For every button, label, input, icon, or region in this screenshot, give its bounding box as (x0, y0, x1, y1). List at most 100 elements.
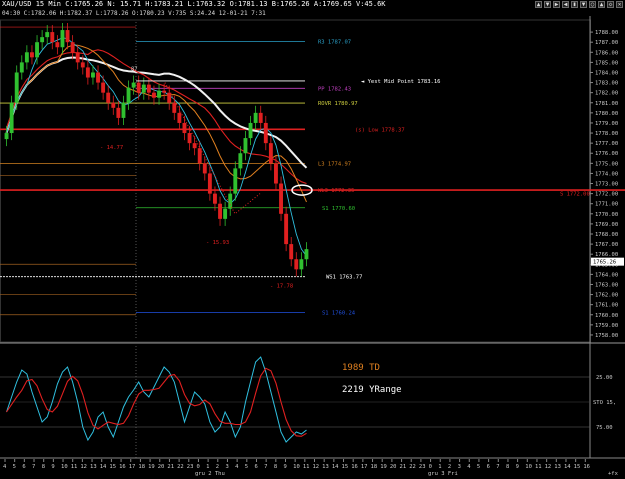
time-tick-label: 17 (129, 464, 136, 470)
price-tick-label: 1780.00 (595, 111, 618, 117)
time-tick-label: 12 (80, 464, 87, 470)
time-tick-label: 8 (42, 464, 45, 470)
time-tick-label: 21 (400, 464, 407, 470)
osc-tick-25: 25.00 (596, 375, 613, 381)
time-tick-label: 8 (274, 464, 277, 470)
candle-body (45, 32, 50, 38)
candle-body (263, 122, 268, 144)
price-tick-label: 1758.00 (595, 333, 618, 339)
moving-averages (5, 37, 308, 257)
time-tick-label: 15 (342, 464, 349, 470)
time-tick-label: 13 (90, 464, 97, 470)
candle-body (284, 213, 289, 245)
time-tick-label: 15 (574, 464, 581, 470)
time-tick-label: 5 (13, 464, 16, 470)
time-tick-label: 13 (322, 464, 329, 470)
time-tick-label: 16 (119, 464, 126, 470)
time-tick-label: 20 (158, 464, 165, 470)
price-tick-label: 1784.00 (595, 70, 618, 76)
time-tick-label: 0 (196, 464, 199, 470)
time-tick-label: 10 (61, 464, 68, 470)
time-tick-label: 2 (216, 464, 219, 470)
candle-body (289, 244, 294, 260)
candle-body (65, 30, 70, 43)
candle-body (55, 42, 60, 48)
yest-mid-label: ◄ Yest Mid Point 1783.16 (361, 79, 440, 85)
time-tick-label: 5 (245, 464, 248, 470)
time-tick-label: 14 (564, 464, 571, 470)
candle-body (294, 259, 299, 270)
time-tick-label: 12 (545, 464, 552, 470)
price-tick-label: 1761.00 (595, 303, 618, 309)
time-tick-label: 4 (467, 464, 471, 470)
candle-body (50, 32, 55, 43)
candle-body (91, 72, 95, 78)
candle-body (19, 62, 24, 73)
price-tick-label: 1781.00 (595, 101, 618, 107)
osc-tick-label: STO 15, (593, 400, 616, 406)
candle-body (304, 249, 309, 260)
yrange-text: 2219 YRange (342, 385, 402, 395)
time-tick-label: 23 (419, 464, 426, 470)
candle-body (299, 259, 304, 270)
pivot-levels: R3 1787.07 PP 1782.43 ROVR 1780.97 (s) Low … (0, 26, 625, 316)
candle-body (268, 143, 273, 164)
stoch-fast-line (6, 356, 307, 443)
price-tick-label: 1787.00 (595, 40, 618, 46)
candle-body (157, 90, 161, 98)
candle-body (233, 168, 238, 194)
candle-body (172, 102, 177, 113)
price-tick-label: 1769.00 (595, 222, 618, 228)
time-tick-label: 3 (225, 464, 228, 470)
candle-body (40, 37, 45, 43)
time-tick-label: 3 (458, 464, 461, 470)
time-tick-label: 22 (177, 464, 184, 470)
time-tick-label: 21 (167, 464, 174, 470)
time-axis: 4 5 6 7 8 9 10 11 12 13 14 15 16 17 18 19 20 21 22 23 0 1 2 3 4 5… (0, 457, 625, 477)
pivot-label: S1 1760.24 (322, 310, 356, 316)
candle-body (197, 148, 202, 164)
time-tick-label: 19 (380, 464, 387, 470)
candle-body (75, 52, 80, 63)
candle-body (258, 112, 263, 123)
price-chart[interactable]: R3 1787.07 PP 1782.43 ROVR 1780.97 (s) Low … (0, 0, 625, 479)
candle-body (243, 138, 248, 154)
price-tick-label: 1768.00 (595, 232, 618, 238)
time-tick-label: 5 (477, 464, 480, 470)
candle-body (253, 112, 258, 123)
candle-body (228, 193, 233, 209)
price-tick-label: 1771.00 (595, 202, 618, 208)
candle-body (192, 143, 197, 149)
price-tick-label: 1764.00 (595, 272, 618, 278)
candle-body (121, 102, 126, 118)
time-tick-label: 4 (3, 464, 7, 470)
candle-body (187, 133, 192, 144)
candle-body (182, 122, 187, 134)
pivot-label: S1 1770.60 (322, 206, 355, 212)
candle-body (177, 112, 182, 123)
candle-body (218, 203, 222, 219)
day-label-fri: gru 3 Fri (428, 471, 458, 477)
price-tick-label: 1762.00 (595, 293, 618, 299)
candle-body (35, 42, 39, 58)
annotation-4: 87 (131, 66, 138, 72)
time-tick-label: 9 (516, 464, 519, 470)
time-tick-label: 23 (187, 464, 194, 470)
stoch-slow-line (6, 367, 307, 437)
time-tick-label: 6 (487, 464, 490, 470)
price-tick-label: 1763.00 (595, 282, 618, 288)
pivot-label: ROVR 1780.97 (318, 101, 358, 107)
price-tick-label: 1782.00 (595, 91, 618, 97)
time-tick-label: 7 (32, 464, 35, 470)
time-tick-label: 18 (138, 464, 145, 470)
candle-body (213, 193, 217, 204)
candle-body (274, 163, 278, 184)
candle-body (24, 52, 29, 63)
time-tick-label: 1 (206, 464, 209, 470)
candle-body (111, 102, 116, 108)
candles (4, 23, 309, 277)
price-tick-label: 1775.00 (595, 161, 618, 167)
time-tick-label: 14 (332, 464, 339, 470)
ma-white (5, 56, 308, 169)
candle-body (70, 42, 75, 53)
